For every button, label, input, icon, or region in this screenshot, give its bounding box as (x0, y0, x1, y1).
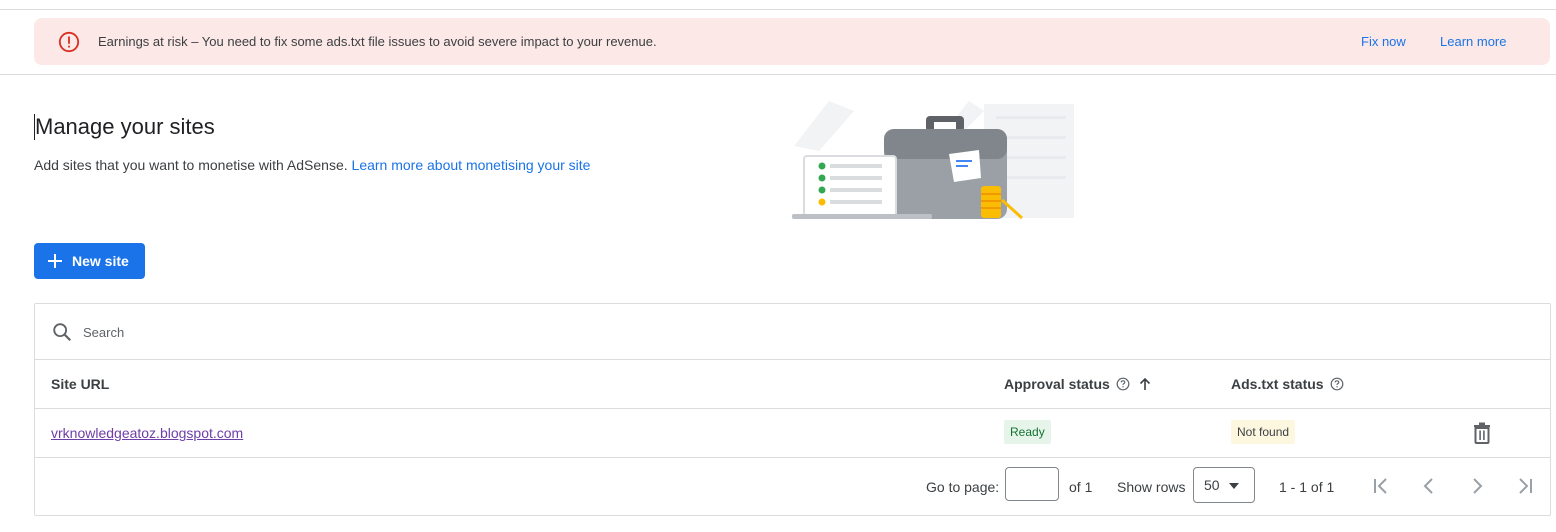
show-rows-label: Show rows (1117, 479, 1186, 495)
approval-status-header-label: Approval status (1004, 376, 1110, 392)
go-to-page-label: Go to page: (926, 479, 1000, 495)
column-header-site-url[interactable]: Site URL (51, 376, 109, 392)
page-title: Manage your sites (34, 114, 215, 140)
site-url-header-label: Site URL (51, 376, 110, 392)
table-divider (35, 408, 1550, 409)
column-header-ads-txt-status[interactable]: Ads.txt status (1231, 376, 1344, 392)
search-icon (53, 323, 72, 342)
learn-more-link[interactable]: Learn more (1440, 34, 1506, 49)
table-divider (35, 457, 1550, 458)
column-header-approval-status[interactable]: Approval status (1004, 376, 1152, 392)
header-divider (0, 74, 1556, 75)
sort-ascending-icon[interactable] (1138, 377, 1152, 391)
last-page-icon[interactable] (1513, 474, 1537, 498)
site-url-link[interactable]: vrknowledgeatoz.blogspot.com (51, 425, 243, 441)
sites-table: Site URL Approval status Ads.txt status … (34, 303, 1551, 516)
page-count: of 1 (1069, 479, 1093, 495)
earnings-risk-banner: Earnings at risk – You need to fix some … (34, 18, 1550, 65)
rows-per-page-value: 50 (1204, 477, 1220, 493)
ads-txt-status-badge: Not found (1231, 420, 1296, 444)
ads-txt-status-header-label: Ads.txt status (1231, 376, 1324, 392)
banner-message: Earnings at risk – You need to fix some … (98, 34, 657, 49)
previous-page-icon[interactable] (1417, 474, 1441, 498)
first-page-icon[interactable] (1369, 474, 1393, 498)
top-divider (0, 9, 1556, 10)
plus-icon (48, 254, 62, 268)
pagination-range: 1 - 1 of 1 (1279, 479, 1335, 495)
next-page-icon[interactable] (1465, 474, 1489, 498)
search-input[interactable] (83, 320, 683, 344)
delete-icon[interactable] (1472, 422, 1492, 444)
table-divider (35, 359, 1550, 360)
subtitle-text: Add sites that you want to monetise with… (34, 157, 348, 173)
dropdown-arrow-icon (1229, 483, 1239, 489)
fix-now-link[interactable]: Fix now (1361, 34, 1406, 49)
help-icon[interactable] (1116, 377, 1130, 391)
sites-illustration (792, 101, 1074, 220)
error-icon (58, 31, 80, 53)
help-icon[interactable] (1330, 377, 1344, 391)
new-site-label: New site (72, 253, 129, 269)
approval-status-badge: Ready (1004, 420, 1051, 444)
learn-more-monetising-link[interactable]: Learn more about monetising your site (352, 157, 591, 173)
rows-per-page-select[interactable]: 50 (1193, 467, 1255, 503)
page-subtitle: Add sites that you want to monetise with… (34, 157, 590, 173)
new-site-button[interactable]: New site (34, 243, 145, 279)
go-to-page-input[interactable] (1005, 467, 1059, 501)
